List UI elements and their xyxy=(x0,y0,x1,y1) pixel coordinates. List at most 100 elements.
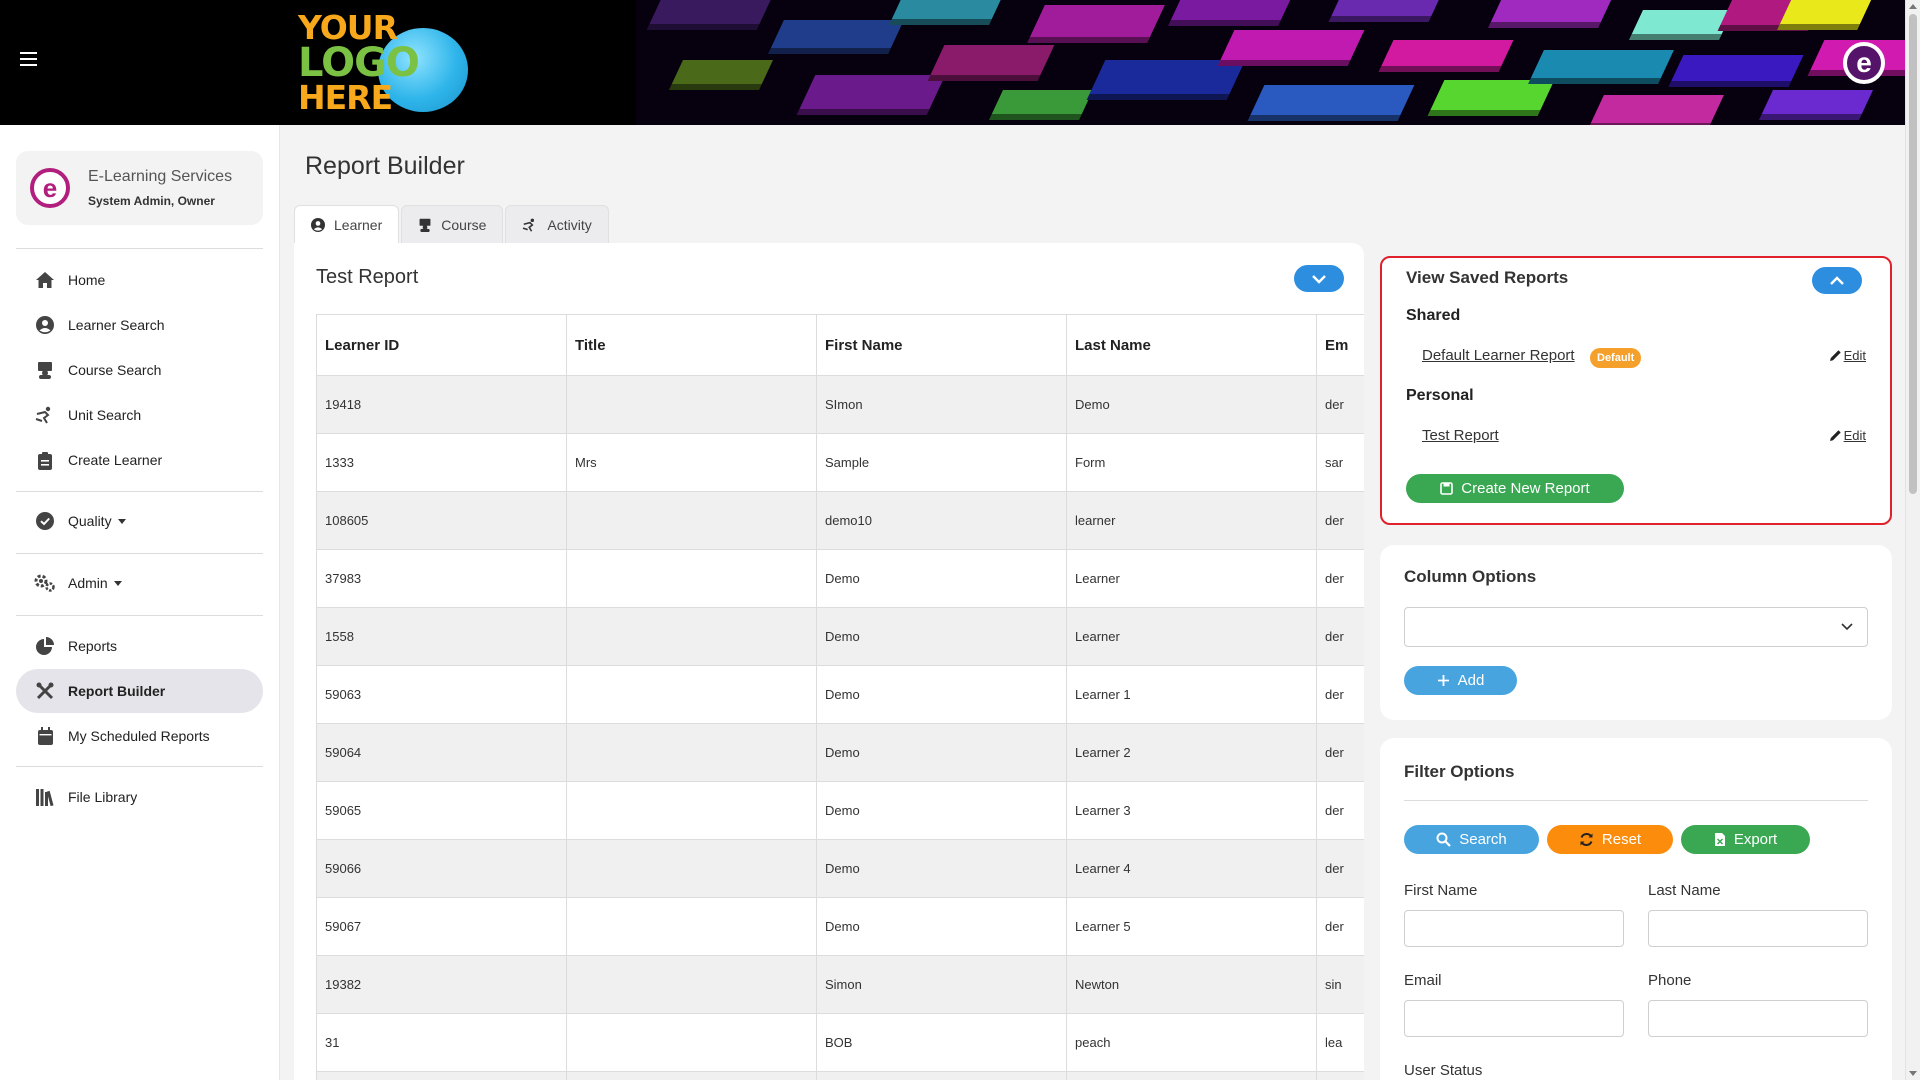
sidebar-item-label: Course Search xyxy=(68,362,162,378)
table-cell: SImon xyxy=(816,375,1067,434)
table-cell: Demo xyxy=(816,607,1067,666)
sidebar-item-label: Create Learner xyxy=(68,452,163,468)
scrollbar-thumb[interactable] xyxy=(1909,14,1917,494)
table-row[interactable]: 59063 Demo Learner 1 der xyxy=(316,665,1364,724)
reset-button[interactable]: Reset xyxy=(1547,825,1673,854)
report-table-wrapper[interactable]: Learner ID Title First Name Last Name Em… xyxy=(316,314,1364,1080)
sidebar-divider xyxy=(16,491,263,492)
page-scrollbar[interactable] xyxy=(1905,0,1920,1080)
sidebar-item-home[interactable]: Home xyxy=(16,258,263,302)
column-options-title: Column Options xyxy=(1404,567,1537,586)
table-cell xyxy=(1316,1071,1364,1080)
table-row[interactable]: 1558 Demo Learner der xyxy=(316,607,1364,666)
sidebar-item-admin[interactable]: Admin xyxy=(16,561,263,605)
table-cell: 59064 xyxy=(316,723,567,782)
column-header-last-name[interactable]: Last Name xyxy=(1066,314,1317,376)
table-cell: Learner 2 xyxy=(1066,723,1317,782)
report-title: Test Report xyxy=(316,266,419,288)
first-name-input[interactable] xyxy=(1404,910,1624,947)
user-status-label: User Status xyxy=(1404,1062,1483,1079)
last-name-input[interactable] xyxy=(1648,910,1868,947)
table-cell: demo10 xyxy=(816,491,1067,550)
table-cell: Learner 5 xyxy=(1066,897,1317,956)
table-cell: Demo xyxy=(816,897,1067,956)
column-header-email[interactable]: Em xyxy=(1316,314,1364,376)
sidebar-item-quality[interactable]: Quality xyxy=(16,499,263,543)
table-row[interactable]: 1333 Mrs Sample Form sar xyxy=(316,433,1364,492)
edit-shared-report-link[interactable]: Edit xyxy=(1829,348,1866,363)
table-cell: Learner xyxy=(1066,549,1317,608)
table-row[interactable]: 59065 Demo Learner 3 der xyxy=(316,781,1364,840)
sidebar-item-course-search[interactable]: Course Search xyxy=(16,348,263,392)
export-button[interactable]: Export xyxy=(1681,825,1810,854)
corner-brand-icon: e xyxy=(1843,42,1885,84)
search-icon xyxy=(1436,832,1452,847)
table-row[interactable] xyxy=(316,1071,1364,1080)
column-select[interactable] xyxy=(1404,607,1868,647)
table-cell: peach xyxy=(1066,1013,1317,1072)
table-cell: der xyxy=(1316,839,1364,898)
table-row[interactable]: 37983 Demo Learner der xyxy=(316,549,1364,608)
table-cell: 31 xyxy=(316,1013,567,1072)
table-row[interactable]: 19382 Simon Newton sin xyxy=(316,955,1364,1014)
search-button[interactable]: Search xyxy=(1404,825,1539,854)
sidebar-item-my-scheduled-reports[interactable]: My Scheduled Reports xyxy=(16,714,263,758)
org-logo-icon: e xyxy=(30,168,70,208)
column-header-first-name[interactable]: First Name xyxy=(816,314,1067,376)
table-cell xyxy=(566,781,817,840)
table-cell: 19418 xyxy=(316,375,567,434)
table-cell: Mrs xyxy=(566,433,817,492)
last-name-label: Last Name xyxy=(1648,882,1721,899)
table-cell: Learner 4 xyxy=(1066,839,1317,898)
table-row[interactable]: 108605 demo10 learner der xyxy=(316,491,1364,550)
table-row[interactable]: 19418 SImon Demo der xyxy=(316,375,1364,434)
personal-report-link[interactable]: Test Report xyxy=(1422,427,1499,444)
add-column-button[interactable]: Add xyxy=(1404,666,1517,695)
email-input[interactable] xyxy=(1404,1000,1624,1037)
table-cell: Demo xyxy=(816,781,1067,840)
table-cell: Learner xyxy=(1066,607,1317,666)
create-new-report-button[interactable]: Create New Report xyxy=(1406,474,1624,503)
sidebar-item-unit-search[interactable]: Unit Search xyxy=(16,393,263,437)
plus-icon xyxy=(1437,675,1449,686)
table-cell xyxy=(566,897,817,956)
sidebar-item-file-library[interactable]: File Library xyxy=(16,775,263,819)
sidebar-item-report-builder[interactable]: Report Builder xyxy=(16,669,263,713)
report-table: Learner ID Title First Name Last Name Em… xyxy=(316,314,1364,1080)
sidebar-item-label: Reports xyxy=(68,638,118,654)
tab-activity[interactable]: Activity xyxy=(505,205,609,243)
hamburger-menu-icon[interactable] xyxy=(20,52,37,66)
clipboard-icon xyxy=(34,449,56,471)
library-icon xyxy=(34,786,56,808)
shared-report-link[interactable]: Default Learner Report xyxy=(1422,347,1575,364)
filter-options-card: Filter Options Search Reset Export First… xyxy=(1380,738,1892,1080)
table-cell xyxy=(566,375,817,434)
table-row[interactable]: 59064 Demo Learner 2 der xyxy=(316,723,1364,782)
sidebar-item-reports[interactable]: Reports xyxy=(16,624,263,668)
column-header-title[interactable]: Title xyxy=(566,314,817,376)
tab-course[interactable]: Course xyxy=(401,205,504,243)
table-cell xyxy=(566,665,817,724)
table-row[interactable]: 59067 Demo Learner 5 der xyxy=(316,897,1364,956)
phone-input[interactable] xyxy=(1648,1000,1868,1037)
sidebar-item-create-learner[interactable]: Create Learner xyxy=(16,438,263,482)
table-cell: der xyxy=(1316,781,1364,840)
sidebar-item-learner-search[interactable]: Learner Search xyxy=(16,303,263,347)
table-cell xyxy=(566,723,817,782)
table-cell xyxy=(566,955,817,1014)
table-cell: 1558 xyxy=(316,607,567,666)
tools-icon xyxy=(34,680,56,702)
saved-reports-collapse-button[interactable] xyxy=(1812,267,1862,294)
column-options-card: Column Options Add xyxy=(1380,545,1892,720)
edit-personal-report-link[interactable]: Edit xyxy=(1829,428,1866,443)
table-row[interactable]: 31 BOB peach lea xyxy=(316,1013,1364,1072)
tab-learner[interactable]: Learner xyxy=(294,205,400,243)
table-row[interactable]: 59066 Demo Learner 4 der xyxy=(316,839,1364,898)
scroll-down-arrow-icon[interactable] xyxy=(1909,1071,1917,1076)
banner-artwork xyxy=(636,0,1905,125)
table-cell: Demo xyxy=(816,549,1067,608)
table-cell: 108605 xyxy=(316,491,567,550)
column-header-learner-id[interactable]: Learner ID xyxy=(316,314,567,376)
report-collapse-button[interactable] xyxy=(1294,265,1344,292)
scroll-up-arrow-icon[interactable] xyxy=(1909,4,1917,9)
